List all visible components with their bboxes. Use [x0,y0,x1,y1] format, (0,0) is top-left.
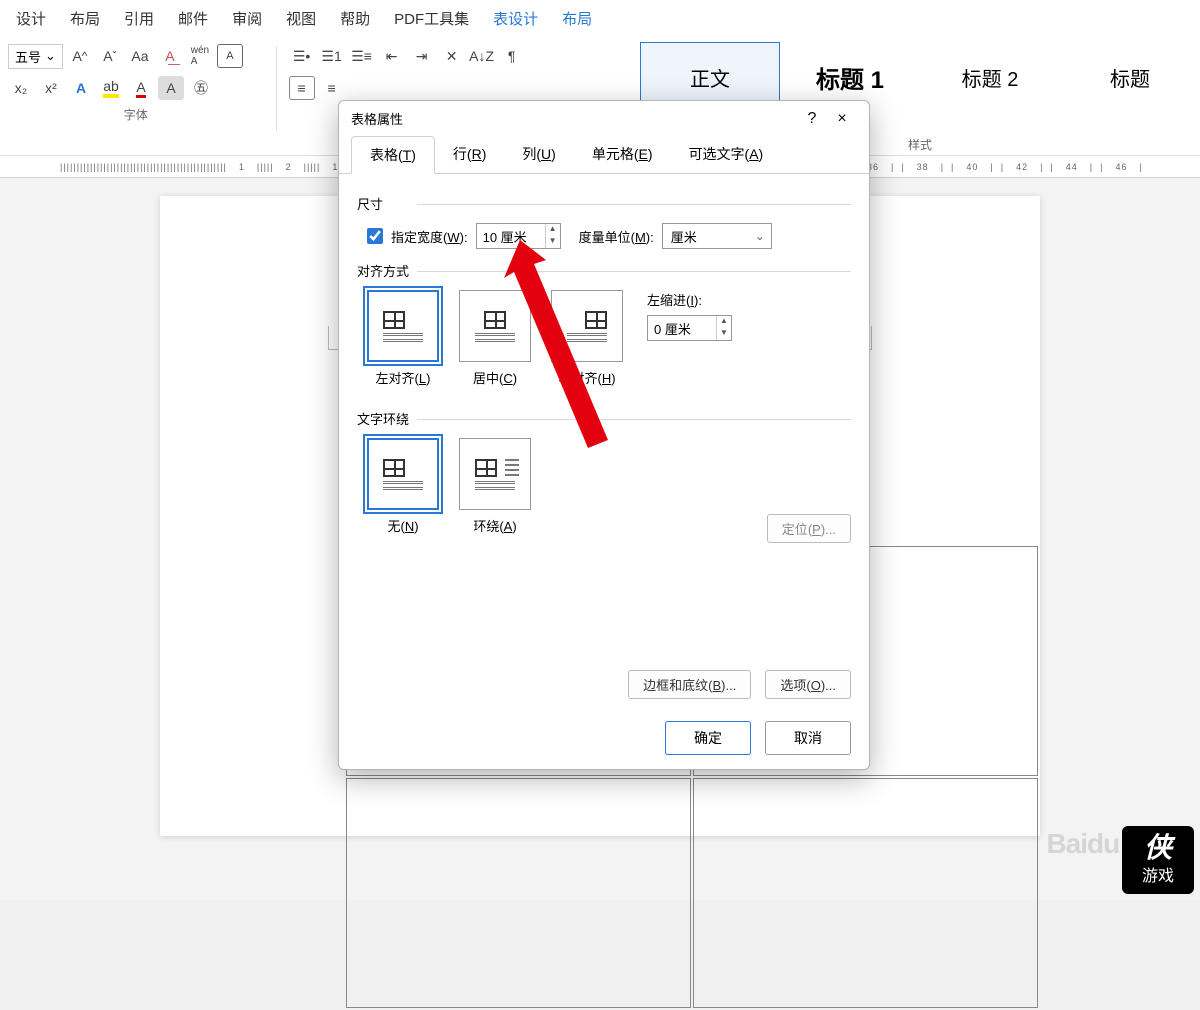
increase-indent-icon[interactable]: ⇥ [409,44,435,68]
chevron-down-icon: ⌄ [45,48,56,64]
ribbon-font-group: 五号 ⌄ A^ Aˇ Aa A͟ wénA A x₂ x² A ab A A ㊄… [0,36,272,155]
tab-alt-text[interactable]: 可选文字(A) [671,136,782,173]
table-properties-dialog: 表格属性 ? × 表格(T) 行(R) 列(U) 单元格(E) 可选文字(A) … [338,100,870,770]
font-group-label: 字体 [8,106,264,123]
section-size: 尺寸 [357,194,851,213]
tab-row[interactable]: 行(R) [435,136,504,173]
menu-table-design[interactable]: 表设计 [481,2,550,35]
menu-help[interactable]: 帮助 [328,2,382,35]
change-case-icon[interactable]: Aa [127,44,153,68]
sort-icon[interactable]: A↓Z [469,44,495,68]
subscript-icon[interactable]: x₂ [8,76,34,100]
dialog-titlebar: 表格属性 ? × [339,101,869,136]
align-center-label: 居中(C) [473,371,517,386]
specify-width-checkbox[interactable] [367,228,383,244]
tab-column[interactable]: 列(U) [504,136,573,173]
show-marks-icon[interactable]: ¶ [499,44,525,68]
align-right-option[interactable] [551,290,623,362]
font-color-icon[interactable]: A [128,76,154,100]
wrap-around-option[interactable] [459,438,531,510]
char-border-icon[interactable]: A [217,44,243,68]
shrink-font-icon[interactable]: Aˇ [97,44,123,68]
dialog-close-button[interactable]: × [827,110,857,128]
left-indent-label: 左缩进(I): [647,290,732,309]
spin-up-icon[interactable]: ▲ [546,224,560,236]
cancel-button[interactable]: 取消 [765,721,851,755]
options-button[interactable]: 选项(O)... [765,670,851,699]
dialog-tabs: 表格(T) 行(R) 列(U) 单元格(E) 可选文字(A) [339,136,869,174]
wrap-none-option[interactable] [367,438,439,510]
borders-shading-button[interactable]: 边框和底纹(B)... [628,670,751,699]
width-spinbox[interactable]: ▲▼ [476,223,561,249]
menu-review[interactable]: 审阅 [220,2,274,35]
bullets-icon[interactable]: ☰• [289,44,315,68]
spin-down-icon[interactable]: ▼ [717,328,731,340]
font-size-dropdown[interactable]: 五号 ⌄ [8,44,63,69]
tab-table[interactable]: 表格(T) [351,136,435,174]
enclose-char-icon[interactable]: ㊄ [188,76,214,100]
style-heading2[interactable]: 标题 2 [920,42,1060,112]
section-wrap: 文字环绕 [357,409,851,428]
measure-label: 度量单位(M): [579,227,654,246]
char-shading-icon[interactable]: A [158,76,184,100]
superscript-icon[interactable]: x² [38,76,64,100]
section-alignment: 对齐方式 [357,261,851,280]
numbering-icon[interactable]: ☰1 [319,44,345,68]
clear-format-icon[interactable]: A͟ [157,44,183,68]
decrease-indent-icon[interactable]: ⇤ [379,44,405,68]
highlight-icon[interactable]: ab [98,76,124,100]
menu-design[interactable]: 设计 [4,2,58,35]
menu-layout[interactable]: 布局 [58,2,112,35]
align-left-option[interactable] [367,290,439,362]
specify-width-label: 指定宽度(W): [391,227,468,246]
measure-unit-select[interactable]: 厘米 [662,223,772,249]
wrap-around-label: 环绕(A) [473,519,516,534]
align-left-icon[interactable]: ≡ [289,76,315,100]
spin-up-icon[interactable]: ▲ [717,316,731,328]
dialog-body: 尺寸 指定宽度(W): ▲▼ 度量单位(M): 厘米 对齐方式 左对齐(L) 居… [339,174,869,555]
grow-font-icon[interactable]: A^ [67,44,93,68]
menu-references[interactable]: 引用 [112,2,166,35]
ribbon-separator [276,46,277,131]
multilevel-icon[interactable]: ☰≡ [349,44,375,68]
align-center-option[interactable] [459,290,531,362]
width-input[interactable] [477,227,545,246]
align-right-label: 右对齐(H) [558,371,615,386]
ok-button[interactable]: 确定 [665,721,751,755]
menu-mail[interactable]: 邮件 [166,2,220,35]
phonetic-icon[interactable]: wénA [187,44,213,68]
menu-pdf[interactable]: PDF工具集 [382,2,481,35]
wrap-none-label: 无(N) [387,519,418,534]
site-badge: 侠 游戏 [1122,826,1194,894]
dialog-title: 表格属性 [351,109,403,128]
positioning-button[interactable]: 定位(P)... [767,514,851,543]
align-center-icon[interactable]: ≡ [319,76,345,100]
text-effects-icon[interactable]: A [68,76,94,100]
align-left-label: 左对齐(L) [376,371,431,386]
asian-layout-icon[interactable]: ✕ [439,44,465,68]
menu-bar: 设计 布局 引用 邮件 审阅 视图 帮助 PDF工具集 表设计 布局 [0,0,1200,36]
tab-cell[interactable]: 单元格(E) [574,136,671,173]
indent-input[interactable] [648,319,716,338]
dialog-footer: 确定 取消 [339,707,869,769]
menu-view[interactable]: 视图 [274,2,328,35]
style-heading[interactable]: 标题 [1060,42,1200,112]
menu-table-layout[interactable]: 布局 [550,2,604,35]
indent-spinbox[interactable]: ▲▼ [647,315,732,341]
dialog-help-button[interactable]: ? [797,110,827,128]
spin-down-icon[interactable]: ▼ [546,236,560,248]
